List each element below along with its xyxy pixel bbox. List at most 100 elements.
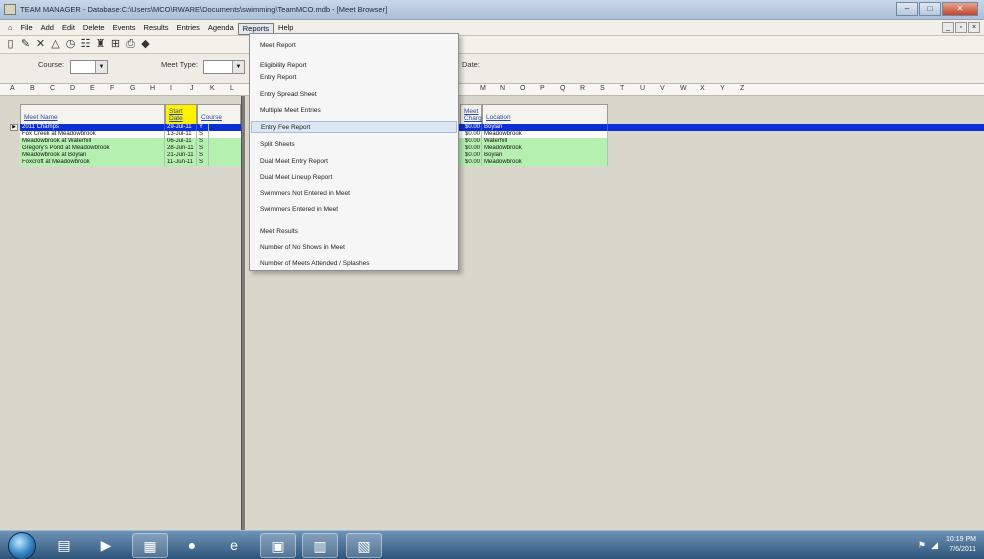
menu-delete[interactable]: Delete xyxy=(79,23,109,35)
meet-type-select[interactable]: ▼ xyxy=(203,60,245,74)
volume-icon[interactable]: ◢ xyxy=(931,540,938,551)
firefox-icon[interactable]: ● xyxy=(174,533,210,558)
alpha-letter-y[interactable]: Y xyxy=(720,85,725,92)
alpha-letter-b[interactable]: B xyxy=(30,85,35,92)
media-player-icon[interactable]: ▶ xyxy=(88,533,124,558)
tag-icon[interactable]: ◆ xyxy=(139,38,152,51)
menu-item-entry-fee-report[interactable]: Entry Fee Report xyxy=(251,121,457,133)
menu-entries[interactable]: Entries xyxy=(173,23,204,35)
program-icon[interactable]: ▧ xyxy=(346,533,382,558)
cell-meet-charge: $0.00 xyxy=(460,124,482,131)
menu-edit[interactable]: Edit xyxy=(58,23,79,35)
menu-file[interactable]: File xyxy=(17,23,37,35)
menu-item-dual-meet-lineup-report[interactable]: Dual Meet Lineup Report xyxy=(260,174,332,181)
alpha-letter-d[interactable]: D xyxy=(70,85,75,92)
alpha-letter-i[interactable]: I xyxy=(170,85,172,92)
cell-start-date: 11-Jun-11 xyxy=(165,159,197,166)
table-row[interactable]: Fox Creek at Meadowbrook 13-Jul-11 S xyxy=(20,131,241,138)
menu-item-meet-report[interactable]: Meet Report xyxy=(260,42,296,49)
alpha-letter-j[interactable]: J xyxy=(190,85,194,92)
minimize-icon[interactable]: – xyxy=(896,2,918,16)
table-row[interactable]: Gregory's Pond at Meadowbrook 28-Jun-11 … xyxy=(20,145,241,152)
table-row[interactable]: $0.00 Boylan xyxy=(457,124,984,131)
alpha-letter-g[interactable]: G xyxy=(130,85,135,92)
alpha-letter-o[interactable]: O xyxy=(520,85,525,92)
trophy-icon[interactable]: ♜ xyxy=(94,38,107,51)
cell-meet-charge: $0.00 xyxy=(460,145,482,152)
table-row[interactable]: Foxcroft at Meadowbrook 11-Jun-11 S xyxy=(20,159,241,166)
menu-item-entry-spread-sheet[interactable]: Entry Spread Sheet xyxy=(260,91,317,98)
triangle-icon[interactable]: △ xyxy=(49,38,62,51)
internet-explorer-icon[interactable]: e xyxy=(216,533,252,558)
alpha-letter-p[interactable]: P xyxy=(540,85,545,92)
date-label: Date: xyxy=(462,60,480,69)
alpha-letter-v[interactable]: V xyxy=(660,85,665,92)
menu-item-eligibility-report[interactable]: Eligibility Report xyxy=(260,62,307,69)
alpha-letter-c[interactable]: C xyxy=(50,85,55,92)
window-controls: – □ ✕ xyxy=(896,2,978,16)
taskbar: ▤ ▶ ▦ ● e ▣ ▥ ▧ ⚑ ◢ 10:19 PM 7/6/2011 xyxy=(0,530,984,559)
table-row[interactable]: $0.00 Boylan xyxy=(457,152,608,159)
open-icon[interactable]: ✎ xyxy=(19,38,32,51)
mdi-restore-icon[interactable]: ▫ xyxy=(955,22,967,33)
menu-events[interactable]: Events xyxy=(109,23,140,35)
alpha-letter-s[interactable]: S xyxy=(600,85,605,92)
alpha-letter-x[interactable]: X xyxy=(700,85,705,92)
app-menu-icon[interactable]: ⌂ xyxy=(4,23,17,35)
clock[interactable]: 10:19 PM 7/6/2011 xyxy=(946,535,976,555)
table-row[interactable]: $0.00 Waterhill xyxy=(457,138,608,145)
menu-item-entry-report[interactable]: Entry Report xyxy=(260,74,297,81)
course-select[interactable]: ▼ xyxy=(70,60,108,74)
menu-item-no-shows[interactable]: Number of No Shows in Meet xyxy=(260,244,345,251)
delete-icon[interactable]: ✕ xyxy=(34,38,47,51)
close-icon[interactable]: ✕ xyxy=(942,2,978,16)
mdi-close-icon[interactable]: × xyxy=(968,22,980,33)
menu-item-multiple-meet-entries[interactable]: Multiple Meet Entries xyxy=(260,107,321,114)
cell-meet-charge: $0.00 xyxy=(460,138,482,145)
menu-item-dual-meet-entry-report[interactable]: Dual Meet Entry Report xyxy=(260,158,328,165)
alpha-letter-n[interactable]: N xyxy=(500,85,505,92)
alpha-letter-q[interactable]: Q xyxy=(560,85,565,92)
alpha-letter-r[interactable]: R xyxy=(580,85,585,92)
menu-item-split-sheets[interactable]: Split Sheets xyxy=(260,141,295,148)
alpha-letter-t[interactable]: T xyxy=(620,85,624,92)
table-row[interactable]: $0.00 Meadowbrook xyxy=(457,159,608,166)
menu-results[interactable]: Results xyxy=(140,23,173,35)
table-row[interactable]: Meadowbrook at Boylan 21-Jun-11 S xyxy=(20,152,241,159)
table-row[interactable]: $0.00 Meadowbrook xyxy=(457,131,608,138)
menu-item-swimmers-entered[interactable]: Swimmers Entered in Meet xyxy=(260,206,338,213)
alpha-letter-h[interactable]: H xyxy=(150,85,155,92)
alpha-letter-m[interactable]: M xyxy=(480,85,486,92)
alpha-letter-e[interactable]: E xyxy=(90,85,95,92)
alpha-letter-w[interactable]: W xyxy=(680,85,687,92)
menu-item-meet-results[interactable]: Meet Results xyxy=(260,228,298,235)
team-manager-icon[interactable]: ▣ xyxy=(260,533,296,558)
table-row[interactable]: Meadowbrook at Waterhill 06-Jul-11 S xyxy=(20,138,241,145)
table-row[interactable]: $0.00 Meadowbrook xyxy=(457,145,608,152)
menu-item-meets-attended[interactable]: Number of Meets Attended / Splashes xyxy=(260,260,369,267)
alpha-letter-k[interactable]: K xyxy=(210,85,215,92)
list-icon[interactable]: ☷ xyxy=(79,38,92,51)
new-icon[interactable]: ▯ xyxy=(4,38,17,51)
report-icon[interactable]: ⊞ xyxy=(109,38,122,51)
alpha-letter-a[interactable]: A xyxy=(10,85,15,92)
flag-icon[interactable]: ⚑ xyxy=(918,540,926,551)
meet-manager-icon[interactable]: ▥ xyxy=(302,533,338,558)
table-row[interactable]: 2011 Champs 29-Jul-11 Y xyxy=(20,124,241,131)
alpha-letter-f[interactable]: F xyxy=(110,85,114,92)
menu-item-swimmers-not-entered[interactable]: Swimmers Not Entered in Meet xyxy=(260,190,350,197)
menu-add[interactable]: Add xyxy=(37,23,58,35)
alpha-letter-z[interactable]: Z xyxy=(740,85,744,92)
row-selector-icon[interactable]: ▶ xyxy=(10,124,18,131)
alpha-letter-u[interactable]: U xyxy=(640,85,645,92)
start-button[interactable] xyxy=(8,532,36,559)
mdi-minimize-icon[interactable]: _ xyxy=(942,22,954,33)
clock-icon[interactable]: ◷ xyxy=(64,38,77,51)
col-header-course-label: Course xyxy=(201,114,222,121)
alpha-letter-l[interactable]: L xyxy=(230,85,234,92)
print-icon[interactable]: ⎙ xyxy=(124,38,137,51)
explorer-icon[interactable]: ▤ xyxy=(46,533,82,558)
maximize-icon[interactable]: □ xyxy=(919,2,941,16)
excel-icon[interactable]: ▦ xyxy=(132,533,168,558)
menu-agenda[interactable]: Agenda xyxy=(204,23,238,35)
